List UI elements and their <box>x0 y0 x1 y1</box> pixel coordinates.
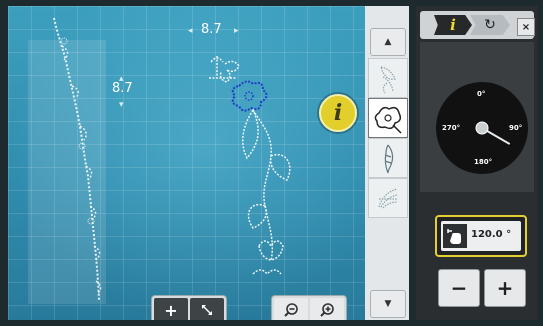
zoom-in-button[interactable] <box>310 298 344 320</box>
close-icon: × <box>521 21 531 33</box>
rotation-value-field: 120.0 ° <box>441 221 521 251</box>
fan-motif-icon <box>378 188 398 209</box>
rotation-dial[interactable]: 0° 270° 90° 180° <box>436 82 528 174</box>
rotate-plus-button[interactable]: + <box>484 269 526 307</box>
up-arrow-icon: ▲ <box>384 37 392 47</box>
embroidery-screen: ◂ 8.7 ▸ ▴ 8.7 ▾ i + ▲ ▼ i ↻ × 0° 270° 90… <box>0 0 543 326</box>
design-thumb-leaf[interactable] <box>368 58 408 98</box>
scroll-down-button[interactable]: ▼ <box>370 290 406 318</box>
rotate-minus-button[interactable]: − <box>438 269 480 307</box>
scroll-up-button[interactable]: ▲ <box>370 28 406 56</box>
width-right-arrow: ▸ <box>234 26 239 36</box>
plus-icon: + <box>496 276 514 300</box>
panel-tabs: i ↻ × <box>420 11 535 39</box>
rotation-value: 120.0 ° <box>471 229 512 240</box>
design-thumb-flower[interactable] <box>368 98 408 138</box>
info-button[interactable]: i <box>319 94 357 132</box>
minus-icon: − <box>450 276 468 300</box>
flower-motif-icon <box>374 106 402 134</box>
leaf-motif-icon <box>380 66 396 94</box>
design-strip: ▲ ▼ <box>365 6 409 320</box>
width-value: 8.7 <box>201 22 222 37</box>
height-down-arrow: ▾ <box>119 100 124 110</box>
zoom-group <box>272 296 346 320</box>
rotation-panel: i ↻ × 0° 270° 90° 180° 120.0 ° − + <box>416 6 538 320</box>
info-icon: i <box>333 100 343 126</box>
down-arrow-icon: ▼ <box>384 299 392 309</box>
resize-button[interactable] <box>190 298 224 320</box>
selected-design[interactable] <box>203 46 313 291</box>
plus-icon: + <box>164 300 178 320</box>
rotation-value-box[interactable]: 120.0 ° <box>435 215 527 257</box>
design-thumb-feather[interactable] <box>368 138 408 178</box>
add-group: + <box>152 296 226 320</box>
zoom-out-button[interactable] <box>274 298 308 320</box>
embroidery-canvas[interactable]: ◂ 8.7 ▸ ▴ 8.7 ▾ i + <box>8 6 365 320</box>
close-button[interactable]: × <box>517 18 535 36</box>
zoom-out-icon <box>284 303 298 317</box>
feather-motif-icon <box>384 144 394 174</box>
dial-pointer[interactable] <box>436 82 528 174</box>
zoom-in-icon <box>320 303 334 317</box>
reset-icon: ↻ <box>484 17 496 33</box>
rotate-hand-icon <box>443 224 467 248</box>
info-tab-icon: i <box>450 16 456 34</box>
height-value: 8.7 <box>112 81 133 96</box>
width-left-arrow: ◂ <box>188 26 193 36</box>
dial-area: 0° 270° 90° 180° <box>420 42 534 192</box>
tab-reset[interactable]: ↻ <box>470 15 510 35</box>
add-button[interactable]: + <box>154 298 188 320</box>
resize-arrows-icon <box>202 305 212 315</box>
border-design-left[interactable] <box>44 16 104 306</box>
tab-info[interactable]: i <box>434 15 472 35</box>
design-thumb-fan[interactable] <box>368 178 408 218</box>
